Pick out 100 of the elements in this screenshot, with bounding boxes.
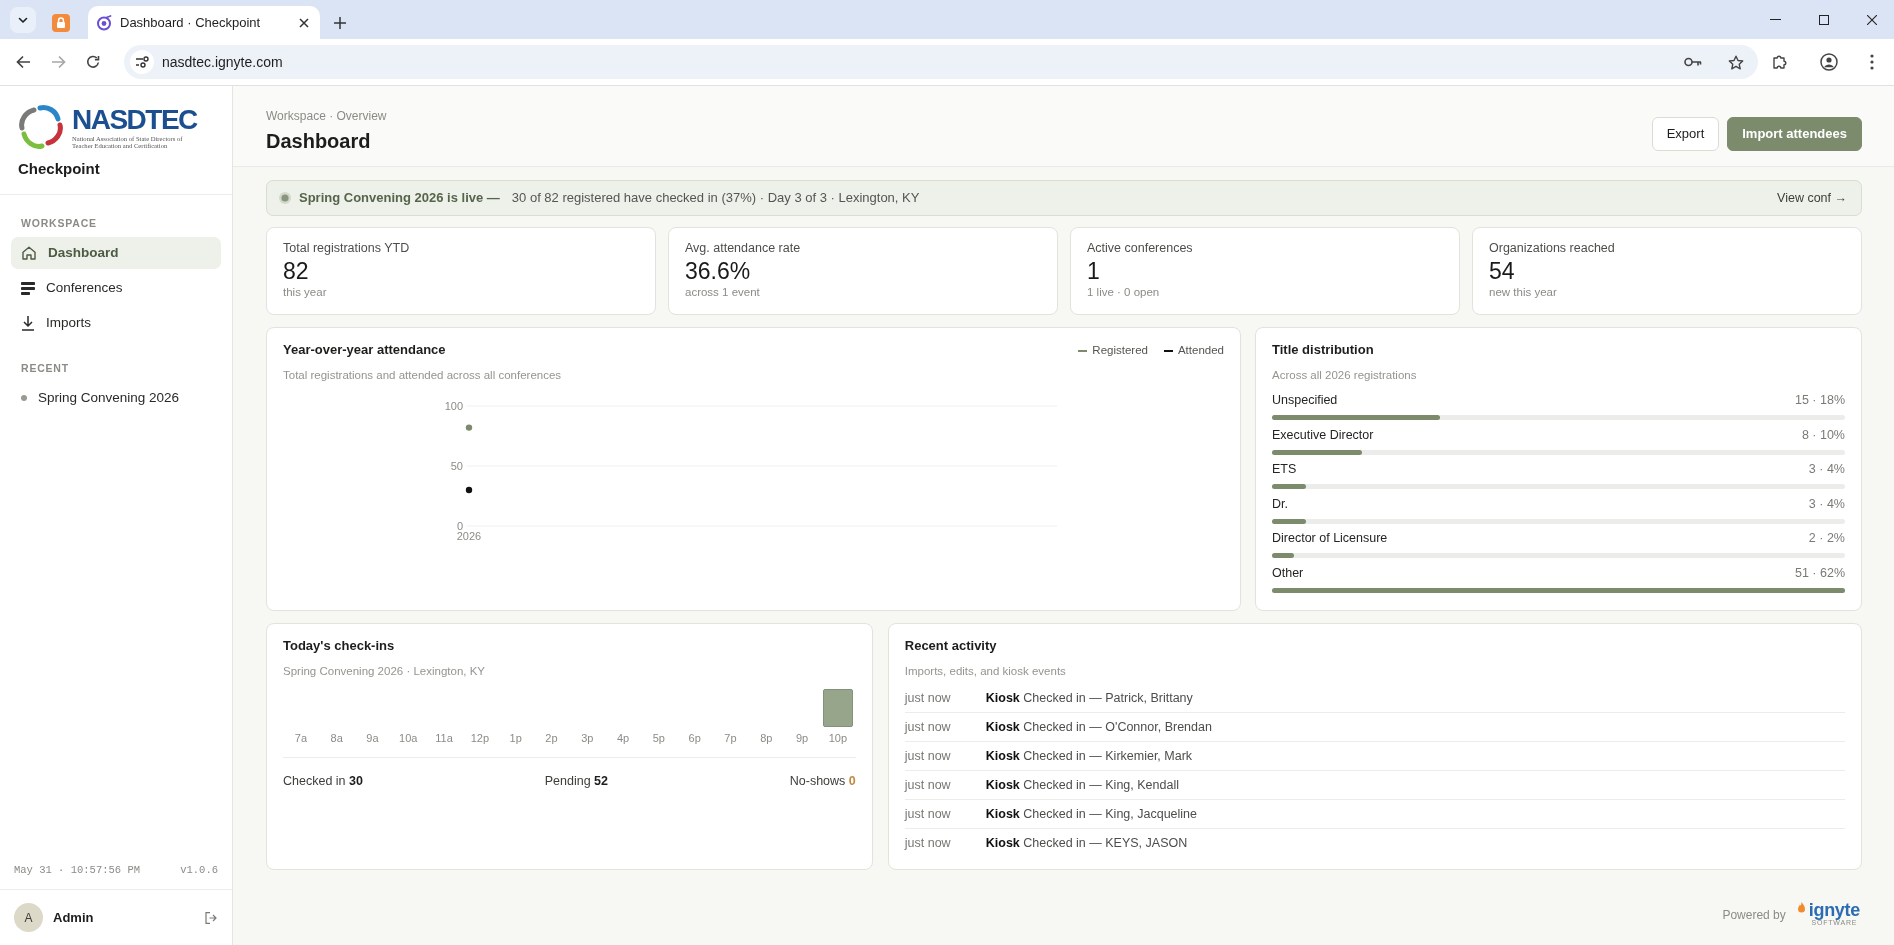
plus-icon[interactable]: [334, 17, 346, 29]
hour-label: 1p: [509, 731, 522, 745]
lock-icon: [52, 13, 70, 32]
activity-time: just now: [904, 718, 952, 736]
y-axis-label: 50: [450, 460, 463, 472]
total-label: Checked in: [283, 774, 346, 788]
legend-label: Attended: [1177, 343, 1224, 358]
hour-label: 8a: [330, 731, 343, 745]
hour-label: 7p: [724, 731, 737, 745]
import-button[interactable]: Import attendees: [1727, 117, 1862, 151]
activity-time: just now: [904, 776, 952, 794]
spiral-icon: [96, 14, 112, 31]
site-settings-icon[interactable]: [130, 50, 154, 74]
title-count: 3 · 4%: [1808, 495, 1845, 513]
export-button[interactable]: Export: [1651, 117, 1720, 151]
flame-icon: [1797, 902, 1805, 913]
card-title: Today's check-ins: [283, 637, 396, 655]
card-subtitle: Across all 2026 registrations: [1272, 368, 1418, 383]
card-title: Recent activity: [904, 637, 998, 655]
legend-label: Registered: [1092, 343, 1148, 358]
logo-wordmark: NASDTEC: [72, 105, 198, 134]
hour-label: 10a: [399, 731, 418, 745]
address-bar[interactable]: nasdtec.ignyte.com: [124, 45, 1758, 79]
x-axis-label: 2026: [456, 530, 482, 542]
app-name: Checkpoint: [18, 160, 101, 178]
dot-icon: [21, 395, 27, 401]
clock-text: May 31 · 10:57:56 PM: [14, 863, 141, 879]
breadcrumb-text: Workspace · Overview: [266, 109, 387, 123]
card-title: Title distribution: [1272, 341, 1375, 359]
hour-label: 9a: [366, 731, 379, 745]
card-subtitle: Total registrations and attended across all conferences: [283, 368, 562, 383]
card-subtitle: Spring Convening 2026 · Lexington, KY: [283, 664, 487, 679]
section-heading: WORKSPACE: [20, 216, 98, 231]
activity-time: just now: [904, 805, 952, 823]
total-value: 52: [594, 774, 608, 788]
title-label: ETS: [1272, 461, 1297, 479]
activity-time: just now: [904, 835, 952, 853]
activity-text: Kiosk Checked in — King, Jacqueline: [985, 805, 1197, 823]
total-label: No-shows: [789, 774, 846, 788]
hour-label: 11a: [435, 731, 453, 745]
url-field[interactable]: nasdtec.ignyte.com: [162, 51, 1676, 73]
stat-label: Avg. attendance rate: [685, 241, 802, 256]
stat-value: 54: [1489, 258, 1516, 284]
sidebar-item[interactable]: Spring Convening 2026: [11, 382, 221, 414]
stat-note: across 1 event: [685, 285, 761, 299]
view-conference-link[interactable]: View conf →: [1777, 188, 1847, 208]
menu-icon[interactable]: [1870, 54, 1874, 70]
stat-label: Active conferences: [1087, 241, 1194, 256]
y-axis-label: 0: [456, 520, 463, 532]
maximize-icon[interactable]: [1819, 14, 1829, 25]
user-avatar: A: [14, 903, 43, 932]
live-dot-icon: [279, 192, 291, 204]
close-icon[interactable]: [299, 17, 309, 28]
puzzle-icon[interactable]: [1772, 54, 1788, 70]
powered-by-text: Powered by: [1722, 906, 1786, 924]
total-value: 30: [349, 774, 363, 788]
banner-detail: 30 of 82 registered have checked in (37%) · Day 3 of 3 · Lexington, KY: [511, 189, 920, 208]
stat-note: 1 live · 0 open: [1087, 285, 1161, 299]
browser-tab[interactable]: Dashboard · Checkpoint: [88, 6, 320, 39]
brand-wordmark: ignyte: [1808, 902, 1860, 919]
reload-icon[interactable]: [86, 55, 100, 69]
stat-note: this year: [283, 285, 328, 299]
hour-label: 12p: [470, 731, 490, 745]
user-name: Admin: [53, 908, 95, 927]
sidebar-item[interactable]: Conferences: [11, 272, 221, 304]
tab-list-button[interactable]: [10, 7, 36, 33]
data-point: [465, 424, 473, 431]
activity-time: just now: [904, 747, 952, 765]
title-count: 2 · 2%: [1808, 530, 1845, 548]
hour-label: 4p: [616, 731, 630, 745]
title-label: Unspecified: [1272, 392, 1338, 409]
activity-text: Kiosk Checked in — Kirkemier, Mark: [985, 747, 1193, 765]
hour-label: 7a: [294, 731, 307, 745]
profile-icon[interactable]: [1820, 53, 1838, 71]
activity-text: Kiosk Checked in — O'Connor, Brendan: [985, 718, 1212, 736]
title-label: Executive Director: [1272, 426, 1374, 444]
hour-label: 5p: [652, 731, 665, 745]
hour-label: 2p: [545, 731, 558, 745]
close-icon[interactable]: [1867, 14, 1877, 25]
activity-time: just now: [904, 689, 952, 707]
section-heading: RECENT: [20, 361, 70, 376]
logout-icon[interactable]: [205, 911, 218, 924]
sidebar-item[interactable]: Imports: [11, 307, 221, 339]
sidebar-item[interactable]: Dashboard: [11, 237, 221, 269]
title-count: 3 · 4%: [1808, 461, 1845, 479]
hour-label: 9p: [795, 731, 809, 745]
hour-label: 10p: [828, 731, 848, 745]
banner-headline: Spring Convening 2026 is live —: [299, 189, 500, 208]
title-label: Director of Licensure: [1272, 530, 1388, 548]
title-count: 51 · 62%: [1794, 564, 1845, 582]
key-icon[interactable]: [1684, 57, 1702, 67]
page-title: Dashboard: [266, 129, 372, 153]
activity-text: Kiosk Checked in — Patrick, Brittany: [985, 689, 1193, 707]
title-label: Other: [1272, 564, 1304, 582]
back-arrow-icon[interactable]: [16, 55, 31, 69]
download-icon: [21, 315, 35, 331]
stat-note: new this year: [1489, 285, 1558, 299]
version-text: v1.0.6: [180, 863, 218, 879]
star-icon[interactable]: [1728, 54, 1744, 70]
title-count: 8 · 10%: [1801, 426, 1845, 444]
